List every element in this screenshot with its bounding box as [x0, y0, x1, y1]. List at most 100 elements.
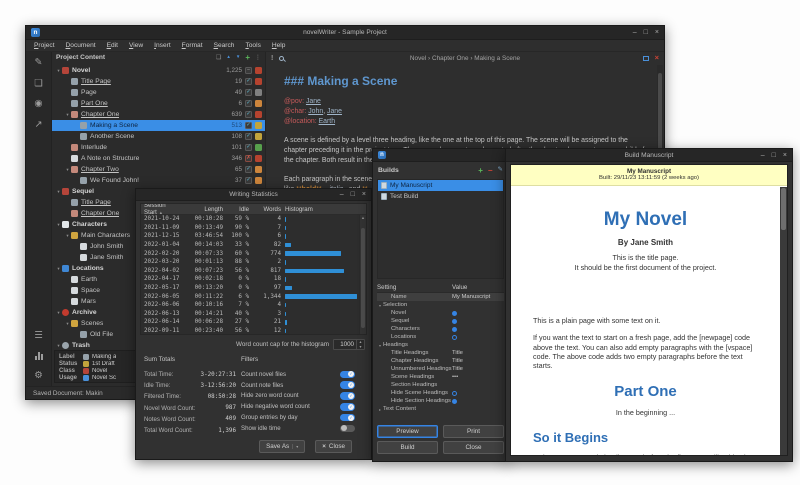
menu-insert[interactable]: Insert: [154, 42, 171, 49]
column-header-histogram[interactable]: Histogram: [281, 206, 366, 213]
setting-row-scene-headings[interactable]: Scene Headings•••: [377, 373, 504, 381]
sessions-table-header[interactable]: Session Start▲LengthIdleWordsHistogram: [141, 204, 366, 215]
menu-edit[interactable]: Edit: [107, 42, 118, 49]
setting-row-chapter-headings[interactable]: Chapter HeadingsTitle: [377, 357, 504, 365]
details-icon[interactable]: ☰: [34, 331, 43, 341]
menu-format[interactable]: Format: [182, 42, 203, 49]
tree-item-title-page[interactable]: Title Page19✓: [52, 76, 265, 87]
close-window-button[interactable]: ×: [783, 152, 787, 159]
setting-row-selection[interactable]: ▾Selection: [377, 301, 504, 309]
session-row[interactable]: 2022-06-1300:14:2140 %3: [141, 310, 366, 319]
include-checkbox[interactable]: ✓: [245, 133, 252, 140]
close-window-button[interactable]: ×: [655, 29, 659, 36]
session-row[interactable]: 2022-04-1700:02:180 %18: [141, 275, 366, 284]
include-checkbox[interactable]: ✗: [245, 155, 252, 162]
filter-toggle[interactable]: ✓: [340, 371, 355, 379]
edit-build-icon[interactable]: ✎: [498, 167, 503, 174]
tree-item-interlude[interactable]: Interlude101✓: [52, 142, 265, 153]
tree-expander-icon[interactable]: ▾: [55, 189, 62, 195]
tree-item-making-a-scene[interactable]: Making a Scene513✓: [52, 120, 265, 131]
tree-expander-icon[interactable]: ▾: [64, 112, 71, 118]
close-button[interactable]: × Close: [315, 440, 352, 453]
session-row[interactable]: 2022-06-0500:11:226 %1,344: [141, 292, 366, 301]
tree-expander-icon[interactable]: ▾: [64, 167, 71, 173]
minimize-button[interactable]: –: [633, 29, 637, 36]
session-row[interactable]: 2022-02-2000:07:3360 %774: [141, 249, 366, 258]
project-tree-icon[interactable]: ❏: [34, 79, 43, 89]
menu-help[interactable]: Help: [272, 42, 286, 49]
setting-row-locations[interactable]: Locations: [377, 333, 504, 341]
save-as-button[interactable]: Save As ▾: [259, 440, 305, 453]
tree-expander-icon[interactable]: ▾: [55, 222, 62, 228]
tree-item-page[interactable]: Page49✓: [52, 87, 265, 98]
setting-row-hide-section-headings[interactable]: Hide Section Headings: [377, 397, 504, 405]
add-item-icon[interactable]: +: [245, 54, 250, 62]
tree-item-part-one[interactable]: Part One6✓: [52, 98, 265, 109]
column-header-length[interactable]: Length: [185, 206, 223, 213]
column-header-idle[interactable]: Idle: [223, 206, 249, 213]
menu-project[interactable]: Project: [34, 42, 55, 49]
close-window-button[interactable]: ×: [362, 191, 366, 198]
session-row[interactable]: 2022-05-1700:13:200 %97: [141, 284, 366, 293]
include-checkbox[interactable]: ✓: [245, 111, 252, 118]
settings-gear-icon[interactable]: ⚙: [34, 371, 43, 381]
include-checkbox[interactable]: ✓: [245, 144, 252, 151]
tree-item-chapter-two[interactable]: ▾Chapter Two65✓: [52, 164, 265, 175]
builds-list[interactable]: My ManuscriptTest Build: [377, 179, 504, 279]
setting-row-name[interactable]: NameMy Manuscript: [377, 293, 504, 301]
move-down-icon[interactable]: ▼: [236, 55, 240, 60]
setting-row-unnumbered-headings[interactable]: Unnumbered HeadingsTitle: [377, 365, 504, 373]
print-button[interactable]: Print: [443, 425, 504, 438]
setting-row-characters[interactable]: Characters: [377, 325, 504, 333]
notes-toggle-icon[interactable]: !: [271, 55, 273, 62]
maximize-button[interactable]: □: [644, 29, 648, 36]
tree-expander-icon[interactable]: ▾: [55, 310, 62, 316]
tree-item-chapter-one[interactable]: ▾Chapter One639✓: [52, 109, 265, 120]
add-build-icon[interactable]: +: [478, 167, 483, 175]
writing-stats-icon[interactable]: [35, 352, 43, 360]
include-checkbox[interactable]: ✓: [245, 166, 252, 173]
tree-item-we-found-john-[interactable]: We Found John!37✓: [52, 175, 265, 186]
setting-row-hide-scene-headings[interactable]: Hide Scene Headings: [377, 389, 504, 397]
include-checkbox[interactable]: −: [245, 67, 252, 74]
stats-table-scrollbar[interactable]: ▲: [359, 215, 366, 334]
minimize-button[interactable]: –: [761, 152, 765, 159]
setting-row-title-headings[interactable]: Title HeadingsTitle: [377, 349, 504, 357]
session-row[interactable]: 2022-06-0600:10:167 %4: [141, 301, 366, 310]
filter-toggle[interactable]: ✓: [340, 414, 355, 422]
session-row[interactable]: 2022-01-0400:14:0333 %82: [141, 241, 366, 250]
quick-links-icon[interactable]: ❏: [216, 55, 221, 61]
build-manuscript-window-controls[interactable]: –□×: [761, 152, 787, 159]
sessions-table[interactable]: Session Start▲LengthIdleWordsHistogram 2…: [140, 203, 367, 335]
filter-toggle[interactable]: [340, 425, 355, 433]
tree-item-a-note-on-structure[interactable]: A Note on Structure346✗: [52, 153, 265, 164]
setting-row-sequel[interactable]: Sequel: [377, 317, 504, 325]
preview-button[interactable]: Preview: [377, 425, 438, 438]
window-controls[interactable]: –□ ×: [633, 29, 659, 36]
build-item-test-build[interactable]: Test Build: [378, 191, 503, 202]
include-checkbox[interactable]: ✓: [245, 78, 252, 85]
maximize-editor-icon[interactable]: [643, 56, 649, 61]
session-row[interactable]: 2022-09-1100:23:4056 %12: [141, 327, 366, 335]
tree-expander-icon[interactable]: ▾: [55, 343, 62, 349]
tree-item-another-scene[interactable]: Another Scene108✓: [52, 131, 265, 142]
filter-toggle[interactable]: ✓: [340, 392, 355, 400]
meta-value[interactable]: Earth: [319, 118, 335, 125]
column-header-session-start[interactable]: Session Start▲: [141, 203, 185, 216]
tree-expander-icon[interactable]: ▾: [64, 233, 71, 239]
session-row[interactable]: 2022-04-0200:07:2356 %817: [141, 267, 366, 276]
tree-item-novel[interactable]: ▾Novel1,225−: [52, 65, 265, 76]
setting-row-headings[interactable]: ▾Headings: [377, 341, 504, 349]
menu-document[interactable]: Document: [66, 42, 96, 49]
include-checkbox[interactable]: ✓: [245, 100, 252, 107]
remove-build-icon[interactable]: −: [488, 167, 493, 175]
build-settings-table[interactable]: Setting Value NameMy Manuscript▾Selectio…: [377, 283, 504, 413]
cap-spinbox[interactable]: 1000 ▲▼: [333, 339, 365, 350]
menu-tools[interactable]: Tools: [245, 42, 260, 49]
session-row[interactable]: 2022-06-1400:06:2827 %21: [141, 318, 366, 327]
menu-search[interactable]: Search: [214, 42, 235, 49]
meta-value[interactable]: John: [308, 108, 323, 115]
filter-toggle[interactable]: ✓: [340, 381, 355, 389]
filter-toggle[interactable]: ✓: [340, 403, 355, 411]
include-checkbox[interactable]: ✓: [245, 122, 252, 129]
